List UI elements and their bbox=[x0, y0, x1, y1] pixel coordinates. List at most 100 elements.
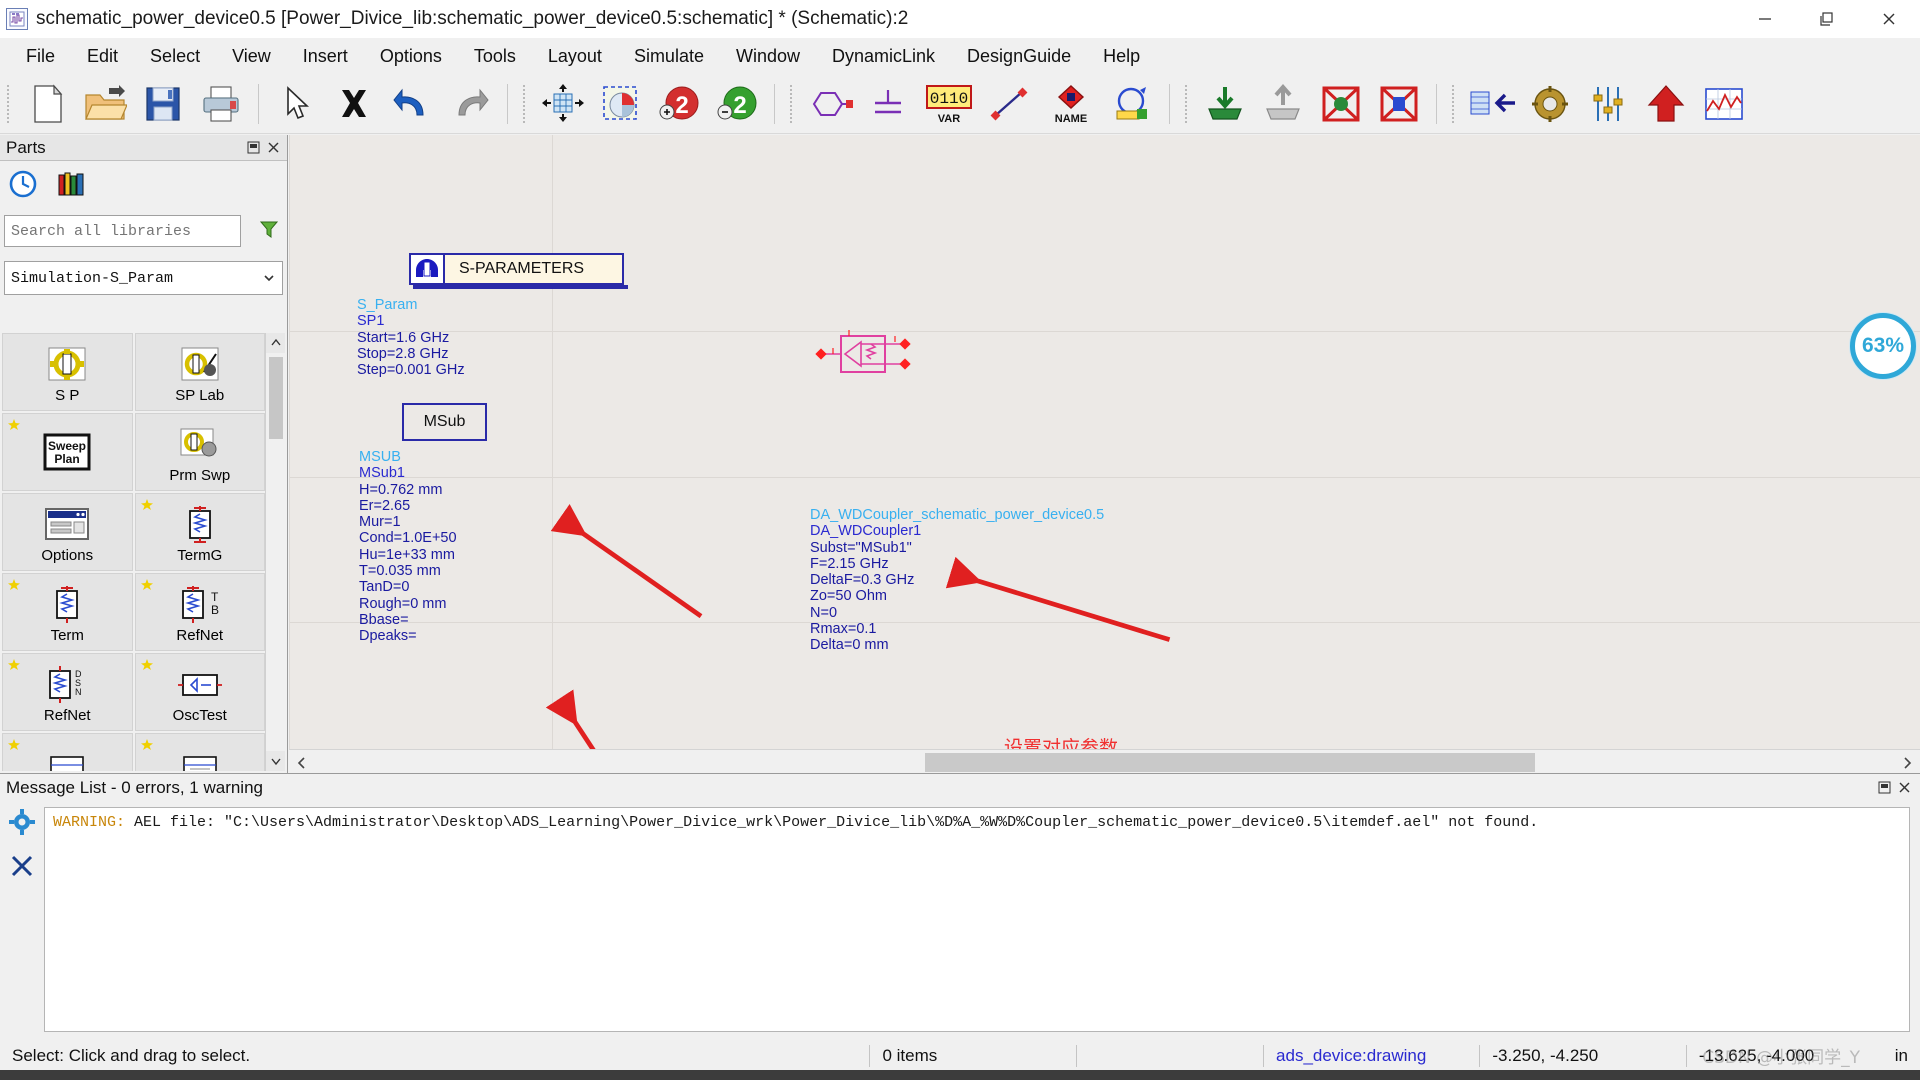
part-item-refnet-tb[interactable]: T B RefNet bbox=[135, 573, 266, 651]
redo-icon[interactable] bbox=[442, 79, 498, 129]
toolbar-grip[interactable] bbox=[4, 83, 14, 125]
part-item-termg[interactable]: TermG bbox=[135, 493, 266, 571]
canvas-scroll-thumb[interactable] bbox=[925, 753, 1535, 772]
pin-icon[interactable] bbox=[243, 138, 263, 158]
message-list-text[interactable]: WARNING: AEL file: "C:\Users\Administrat… bbox=[44, 807, 1910, 1032]
status-layer[interactable]: ads_device:drawing bbox=[1264, 1042, 1479, 1070]
status-hint: Select: Click and drag to select. bbox=[0, 1042, 869, 1070]
undo-icon[interactable] bbox=[384, 79, 440, 129]
tuning-sliders-icon[interactable] bbox=[1580, 79, 1636, 129]
refnet-tb-icon: T B bbox=[178, 582, 222, 628]
svg-text:B: B bbox=[211, 603, 219, 617]
menu-tools[interactable]: Tools bbox=[458, 43, 532, 70]
parts-scrollbar[interactable] bbox=[265, 333, 285, 771]
chevron-right-icon[interactable] bbox=[1894, 750, 1920, 776]
part-item-s-p[interactable]: S P bbox=[2, 333, 133, 411]
menu-insert[interactable]: Insert bbox=[287, 43, 364, 70]
library-select[interactable]: Simulation-S_Param bbox=[4, 261, 283, 295]
scroll-down-icon[interactable] bbox=[266, 751, 285, 771]
insert-pin-label-icon[interactable] bbox=[1104, 79, 1160, 129]
delete-x-icon[interactable] bbox=[326, 79, 382, 129]
part-item-prm-swp[interactable]: Prm Swp bbox=[135, 413, 266, 491]
part-item-ndset[interactable]: NdSet bbox=[2, 733, 133, 771]
insert-ground-icon[interactable] bbox=[860, 79, 916, 129]
parts-scroll-thumb[interactable] bbox=[269, 357, 283, 439]
close-icon[interactable] bbox=[1894, 778, 1914, 798]
menu-view[interactable]: View bbox=[216, 43, 287, 70]
part-item-refnet-dsn[interactable]: D S N RefNet bbox=[2, 653, 133, 731]
status-bar: Select: Click and drag to select. 0 item… bbox=[0, 1042, 1920, 1070]
canvas-horizontal-scrollbar[interactable] bbox=[289, 749, 1920, 775]
menu-dynamiclink[interactable]: DynamicLink bbox=[816, 43, 951, 70]
menu-simulate[interactable]: Simulate bbox=[618, 43, 720, 70]
wilkinson-divider-symbol[interactable] bbox=[809, 328, 919, 378]
part-item-ndset-name[interactable]: NdSet bbox=[135, 733, 266, 771]
zoom-out-icon[interactable]: 2 bbox=[709, 79, 765, 129]
toolbar-grip[interactable] bbox=[1449, 83, 1459, 125]
zoom-area-icon[interactable] bbox=[593, 79, 649, 129]
chevron-left-icon[interactable] bbox=[289, 750, 315, 776]
open-folder-icon[interactable] bbox=[77, 79, 133, 129]
minimize-button[interactable] bbox=[1734, 0, 1796, 38]
simulate-stop-icon[interactable] bbox=[1313, 79, 1369, 129]
filter-funnel-icon[interactable] bbox=[251, 219, 287, 239]
select-arrow-icon[interactable] bbox=[268, 79, 324, 129]
toolbar-grip[interactable] bbox=[787, 83, 797, 125]
history-clock-icon[interactable] bbox=[8, 169, 38, 204]
search-input-wrapper[interactable] bbox=[4, 215, 241, 247]
msub-box[interactable]: MSub bbox=[402, 403, 487, 441]
status-units: in bbox=[1883, 1042, 1920, 1070]
menu-file[interactable]: File bbox=[10, 43, 71, 70]
menu-help[interactable]: Help bbox=[1087, 43, 1156, 70]
insert-wire-name-icon[interactable]: NAME bbox=[1040, 79, 1102, 129]
maximize-restore-button[interactable] bbox=[1796, 0, 1858, 38]
toolbar-grip[interactable] bbox=[520, 83, 530, 125]
tuning-gear-icon[interactable] bbox=[1522, 79, 1578, 129]
annotation-arrows bbox=[289, 135, 1920, 775]
canvas-scroll-track[interactable] bbox=[315, 750, 1894, 776]
msub-parameters[interactable]: MSUB MSub1 H=0.762 mm Er=2.65 Mur=1 Cond… bbox=[359, 449, 457, 645]
tune-stop-icon[interactable] bbox=[1371, 79, 1427, 129]
zoom-in-icon[interactable]: 2 bbox=[651, 79, 707, 129]
library-books-icon[interactable] bbox=[56, 169, 86, 204]
close-button[interactable] bbox=[1858, 0, 1920, 38]
close-icon[interactable] bbox=[263, 138, 283, 158]
coupler-parameters[interactable]: DA_WDCoupler_schematic_power_device0.5 D… bbox=[810, 507, 1104, 654]
insert-var-icon[interactable]: 0110 VAR bbox=[918, 79, 980, 129]
optimize-arrow-icon[interactable] bbox=[1638, 79, 1694, 129]
insert-port-icon[interactable] bbox=[802, 79, 858, 129]
toolbar-grip[interactable] bbox=[1182, 83, 1192, 125]
menu-edit[interactable]: Edit bbox=[71, 43, 134, 70]
part-item-sp-lab[interactable]: SP Lab bbox=[135, 333, 266, 411]
menu-options[interactable]: Options bbox=[364, 43, 458, 70]
print-icon[interactable] bbox=[193, 79, 249, 129]
chevron-down-icon[interactable] bbox=[256, 271, 282, 285]
message-row[interactable]: WARNING: AEL file: "C:\Users\Administrat… bbox=[53, 814, 1901, 831]
menu-layout[interactable]: Layout bbox=[532, 43, 618, 70]
new-file-icon[interactable] bbox=[19, 79, 75, 129]
sparam-parameters[interactable]: S_Param SP1 Start=1.6 GHz Stop=2.8 GHz S… bbox=[357, 297, 465, 378]
display-results-icon[interactable] bbox=[1696, 79, 1752, 129]
menu-select[interactable]: Select bbox=[134, 43, 216, 70]
canvas-gridline bbox=[289, 477, 1920, 478]
part-item-options[interactable]: Options bbox=[2, 493, 133, 571]
scroll-up-icon[interactable] bbox=[266, 333, 285, 353]
part-label: SP Lab bbox=[175, 388, 224, 403]
part-item-term[interactable]: Term bbox=[2, 573, 133, 651]
menu-window[interactable]: Window bbox=[720, 43, 816, 70]
save-icon[interactable] bbox=[135, 79, 191, 129]
insert-wire-icon[interactable] bbox=[982, 79, 1038, 129]
menu-designguide[interactable]: DesignGuide bbox=[951, 43, 1087, 70]
pin-icon[interactable] bbox=[1874, 778, 1894, 798]
push-into-hierarchy-icon[interactable] bbox=[1197, 79, 1253, 129]
pop-out-hierarchy-icon[interactable] bbox=[1255, 79, 1311, 129]
clear-messages-icon[interactable] bbox=[10, 854, 34, 883]
sparam-controller-box[interactable]: S-PARAMETERS bbox=[409, 253, 624, 285]
component-back-icon[interactable] bbox=[1464, 79, 1520, 129]
settings-gear-icon[interactable] bbox=[9, 809, 35, 840]
part-item-sweep-plan[interactable]: Sweep Plan bbox=[2, 413, 133, 491]
part-item-osctest[interactable]: OscTest bbox=[135, 653, 266, 731]
search-input[interactable] bbox=[5, 216, 240, 246]
schematic-canvas[interactable]: S-PARAMETERS S_Param SP1 Start=1.6 GHz S… bbox=[289, 135, 1920, 775]
zoom-fit-icon[interactable] bbox=[535, 79, 591, 129]
